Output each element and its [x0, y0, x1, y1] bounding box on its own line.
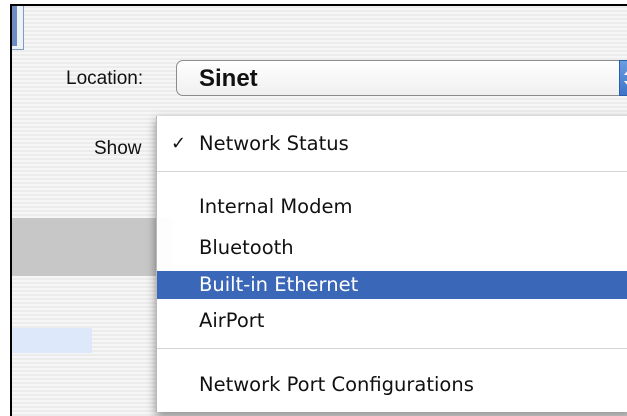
- checkmark-icon: ✓: [171, 133, 187, 154]
- location-popup[interactable]: Sinet: [176, 60, 627, 96]
- menu-item-bluetooth[interactable]: Bluetooth: [157, 234, 627, 262]
- show-label: Show: [94, 138, 142, 159]
- window-corner-accent: [12, 6, 24, 50]
- background-panel: [12, 218, 172, 276]
- menu-item-label: Network Port Configurations: [199, 373, 474, 396]
- network-preferences-window: Location: Sinet Show ✓ Network Status In…: [10, 4, 627, 416]
- menu-item-label: Built-in Ethernet: [199, 273, 359, 296]
- show-popup-menu: ✓ Network Status Internal Modem Bluetoot…: [156, 116, 627, 412]
- menu-item-label: Internal Modem: [199, 195, 353, 218]
- menu-item-network-status[interactable]: ✓ Network Status: [157, 130, 627, 158]
- location-label: Location:: [66, 68, 144, 89]
- menu-separator: [157, 171, 627, 172]
- menu-item-label: Bluetooth: [199, 236, 294, 259]
- menu-separator: [157, 348, 627, 349]
- menu-item-built-in-ethernet[interactable]: Built-in Ethernet: [157, 271, 627, 299]
- background-selection-strip: [12, 328, 92, 353]
- menu-item-label: Network Status: [199, 132, 349, 155]
- menu-item-label: AirPort: [199, 309, 265, 332]
- location-stepper-icon[interactable]: [619, 60, 627, 96]
- location-value: Sinet: [199, 65, 258, 92]
- menu-item-network-port-configurations[interactable]: Network Port Configurations: [157, 371, 627, 399]
- menu-item-airport[interactable]: AirPort: [157, 307, 627, 335]
- menu-item-internal-modem[interactable]: Internal Modem: [157, 193, 627, 221]
